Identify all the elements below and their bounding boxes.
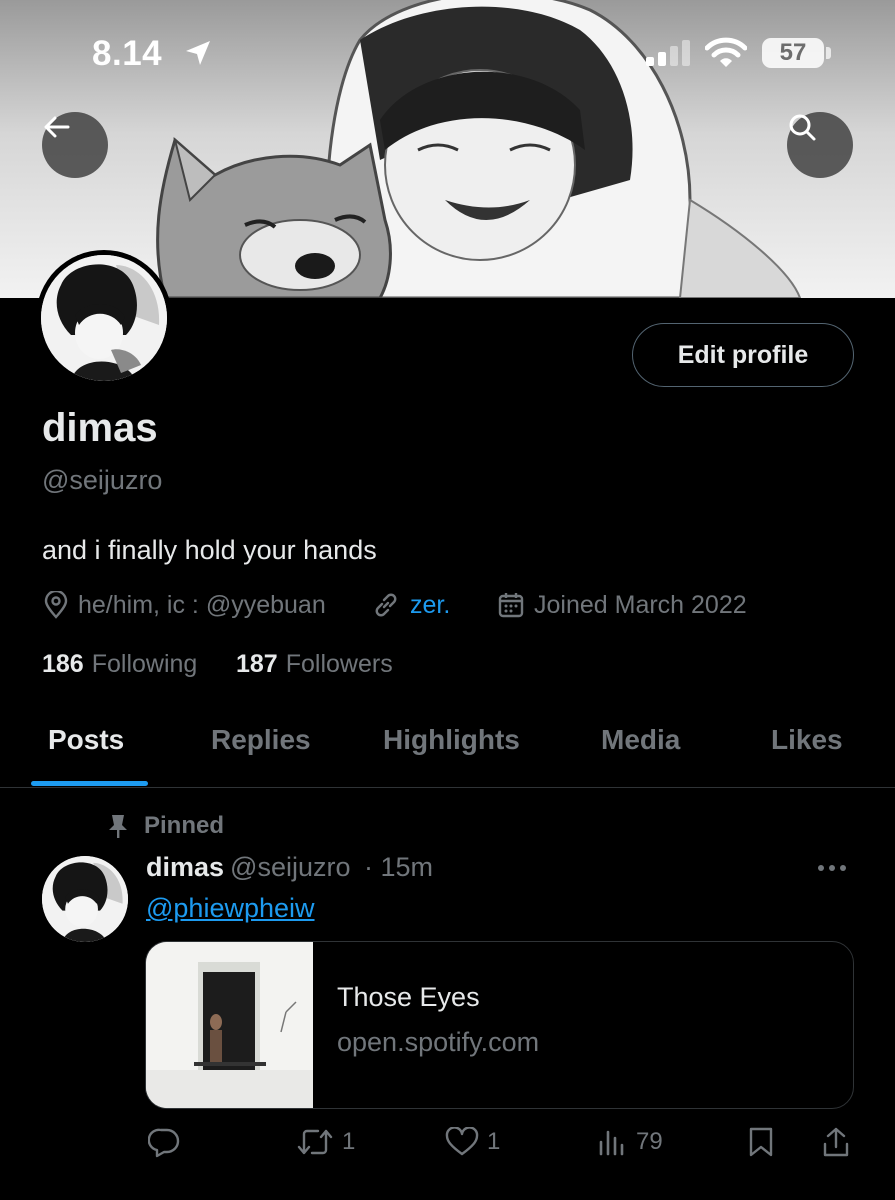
like-count: 1: [487, 1128, 501, 1155]
post-avatar-image: [42, 856, 128, 942]
location-pin-icon: [44, 591, 68, 619]
following-label: Following: [91, 650, 198, 678]
repost-button[interactable]: 1: [296, 1124, 355, 1160]
card-domain: open.spotify.com: [337, 1027, 540, 1057]
following-count-link[interactable]: 186 Following: [42, 650, 197, 679]
link-preview-card[interactable]: Those Eyes open.spotify.com: [145, 941, 854, 1109]
followers-label: Followers: [285, 650, 393, 678]
tab-posts[interactable]: Posts: [48, 724, 124, 756]
bookmark-button[interactable]: [748, 1124, 782, 1160]
reply-icon: [148, 1128, 180, 1158]
profile-website[interactable]: zer.: [372, 588, 450, 622]
share-button[interactable]: [822, 1124, 858, 1160]
views-button[interactable]: 79: [598, 1124, 663, 1160]
profile-tabs: Posts Replies Highlights Media Likes: [0, 700, 895, 788]
bookmark-icon: [749, 1127, 773, 1157]
link-icon: [375, 593, 397, 617]
website-link[interactable]: zer.: [410, 591, 450, 620]
profile-bio: and i finally hold your hands: [42, 535, 377, 565]
active-tab-indicator: [31, 781, 148, 786]
location-text: he/him, ic : @yyebuan: [78, 590, 326, 619]
card-thumbnail: [146, 942, 313, 1108]
search-button[interactable]: [787, 112, 853, 178]
post-author-avatar[interactable]: [42, 856, 128, 942]
profile-handle: @seijuzro: [42, 465, 163, 495]
avatar-image: [41, 255, 167, 381]
back-arrow-icon: [44, 116, 70, 138]
like-button[interactable]: 1: [445, 1124, 500, 1160]
more-icon: [818, 865, 846, 871]
share-icon: [823, 1127, 849, 1157]
followers-count: 187: [236, 650, 278, 678]
pinned-text: Pinned: [144, 812, 225, 839]
tab-likes[interactable]: Likes: [771, 724, 843, 756]
following-count: 186: [42, 650, 84, 678]
repost-icon: [297, 1129, 333, 1155]
reply-button[interactable]: [148, 1124, 188, 1160]
views-icon: [599, 1130, 624, 1156]
post-author-handle[interactable]: @seijuzro: [230, 852, 350, 882]
calendar-icon: [498, 593, 524, 618]
repost-count: 1: [342, 1128, 356, 1155]
tab-replies[interactable]: Replies: [211, 724, 311, 756]
post-more-button[interactable]: [816, 858, 848, 883]
like-icon: [445, 1127, 479, 1156]
pinned-label: Pinned: [106, 812, 224, 840]
profile-location: he/him, ic : @yyebuan: [44, 588, 326, 622]
edit-profile-button[interactable]: Edit profile: [632, 323, 854, 387]
views-count: 79: [636, 1128, 663, 1155]
post-author-name[interactable]: dimas: [146, 852, 224, 882]
post-header: dimas @seijuzro · 15m: [146, 852, 433, 883]
search-icon: [789, 114, 816, 141]
card-title: Those Eyes: [337, 982, 480, 1012]
profile-banner[interactable]: 8.14 57: [0, 0, 895, 298]
battery-indicator: 57: [762, 38, 824, 68]
pin-icon: [109, 815, 127, 838]
post-timestamp: · 15m: [364, 852, 434, 882]
profile-joined: Joined March 2022: [498, 588, 747, 622]
status-bar: 8.14 57: [0, 0, 895, 100]
back-button[interactable]: [42, 112, 108, 178]
tab-highlights[interactable]: Highlights: [383, 724, 520, 756]
tab-media[interactable]: Media: [601, 724, 680, 756]
profile-display-name: dimas: [42, 406, 158, 450]
status-time: 8.14: [92, 34, 163, 73]
joined-text: Joined March 2022: [534, 590, 747, 619]
battery-tip: [826, 47, 831, 59]
profile-avatar[interactable]: [36, 250, 172, 386]
post-mention-link[interactable]: @phiewpheiw: [146, 893, 315, 924]
followers-count-link[interactable]: 187 Followers: [236, 650, 393, 679]
